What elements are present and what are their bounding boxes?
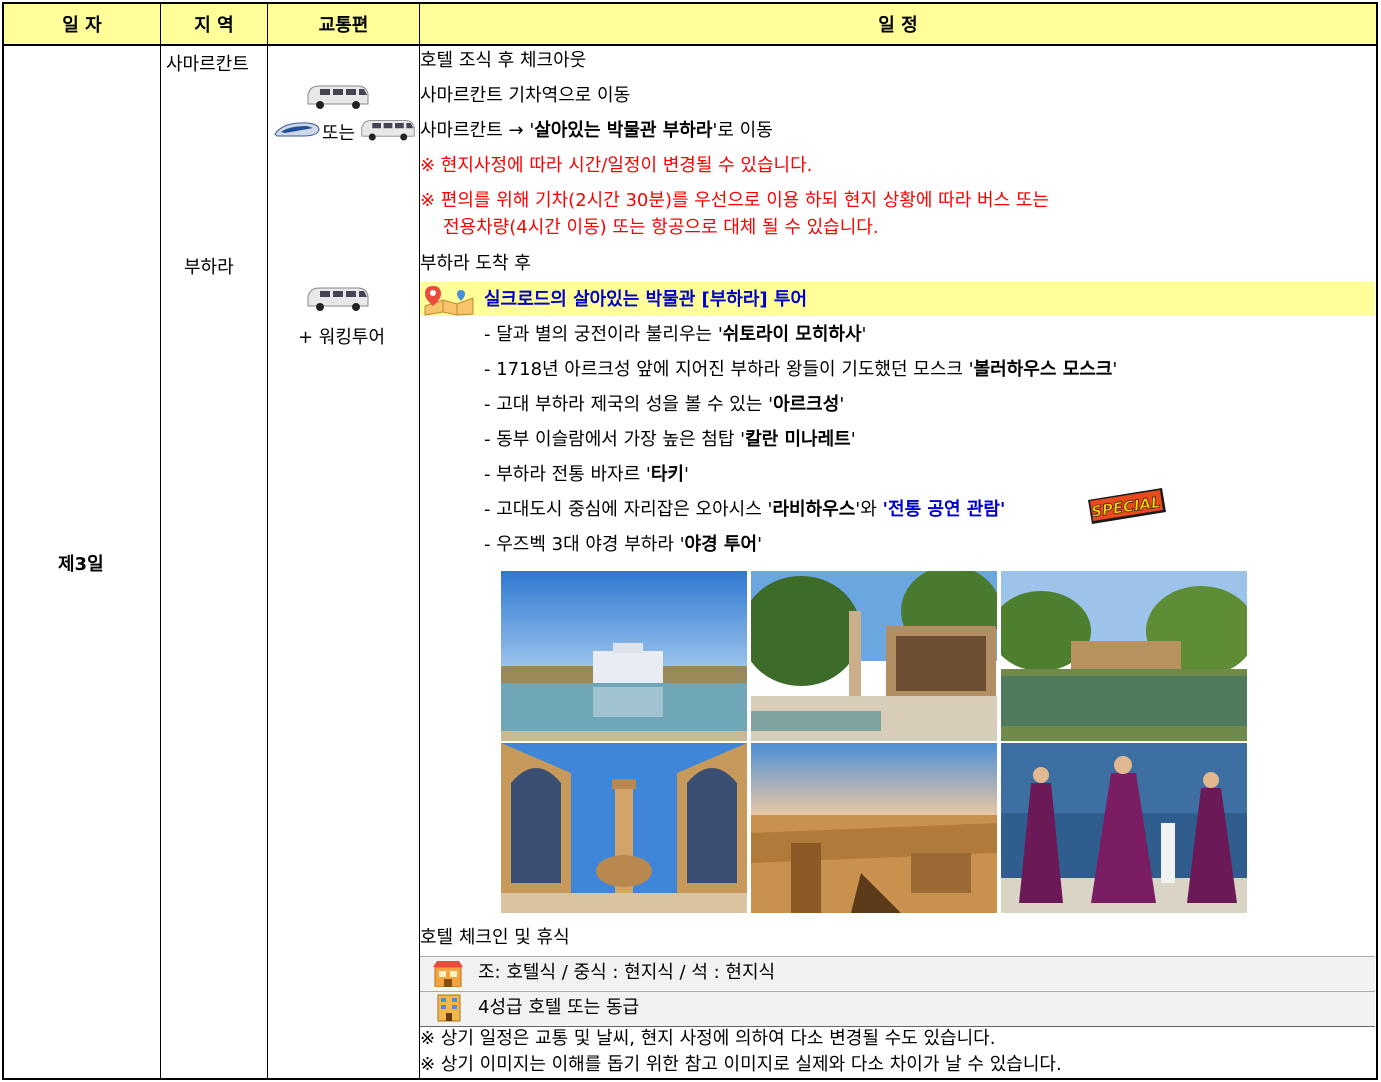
header-schedule: 일 정 <box>420 4 1376 46</box>
list-item: - 우즈벡 3대 야경 부하라 '야경 투어' <box>484 534 763 555</box>
photo-traditional-performance <box>1001 743 1247 913</box>
transport-walking-tour: + 워킹투어 <box>298 327 386 348</box>
van-icon <box>307 287 369 311</box>
schedule-line: 사마르칸트 → '살아있는 박물관 부하라'로 이동 <box>420 120 773 141</box>
schedule-line: 사마르칸트 기차역으로 이동 <box>420 85 631 106</box>
transport-or: 또는 <box>322 123 356 144</box>
region-bukhara: 부하라 <box>184 257 234 278</box>
header-region: 지 역 <box>161 4 267 46</box>
hotel-icon <box>437 994 461 1022</box>
photo-sitorai-mohi-hosa <box>501 571 747 741</box>
list-item: - 동부 이슬람에서 가장 높은 첨탑 '칼란 미나레트' <box>484 429 856 450</box>
tour-title: 실크로드의 살아있는 박물관 [부하라] 투어 <box>484 289 808 310</box>
footer-note: ※ 상기 이미지는 이해를 돕기 위한 참고 이미지로 실제와 다소 차이가 날… <box>420 1054 1062 1075</box>
notice-line: ※ 현지사정에 따라 시간/일정이 변경될 수 있습니다. <box>420 155 813 176</box>
divider <box>160 4 161 1078</box>
list-item: - 부하라 전통 바자르 '타키' <box>484 464 689 485</box>
meals-text: 조: 호텔식 / 중식 : 현지식 / 석 : 현지식 <box>478 962 776 983</box>
photo-lyabi-hauz <box>1001 571 1247 741</box>
restaurant-icon <box>433 961 463 987</box>
schedule-line: 호텔 체크인 및 휴식 <box>420 927 570 948</box>
footer-note: ※ 상기 일정은 교통 및 날씨, 현지 사정에 의하여 다소 변경될 수도 있… <box>420 1028 996 1049</box>
list-item: - 고대도시 중심에 자리잡은 오아시스 '라비하우스'와 '전통 공연 관람' <box>484 499 1006 520</box>
day-label: 제3일 <box>58 554 104 575</box>
divider <box>267 4 268 1078</box>
photo-bolo-hauz-mosque <box>751 571 997 741</box>
notice-line: ※ 편의를 위해 기차(2시간 30분)를 우선으로 이용 하되 현지 상황에 … <box>420 190 1049 211</box>
list-item: - 1718년 아르크성 앞에 지어진 부하라 왕들이 기도했던 모스크 '볼러… <box>484 359 1118 380</box>
van-icon <box>361 119 415 141</box>
notice-line: 전용차량(4시간 이동) 또는 항공으로 대체 될 수 있습니다. <box>443 217 879 238</box>
special-badge-icon: SPECIAL <box>1088 488 1166 524</box>
schedule-line: 호텔 조식 후 체크아웃 <box>420 50 587 71</box>
photo-kalan-minaret <box>501 743 747 913</box>
header-date: 일 자 <box>4 4 160 46</box>
header-transport: 교통편 <box>268 4 419 46</box>
train-icon <box>274 122 320 137</box>
van-icon <box>307 85 369 109</box>
list-item: - 고대 부하라 제국의 성을 볼 수 있는 '아르크성' <box>484 394 845 415</box>
photo-night-view <box>751 743 997 913</box>
region-samarkand: 사마르칸트 <box>166 54 249 75</box>
map-pin-icon <box>424 286 474 316</box>
schedule-line: 부하라 도착 후 <box>420 253 531 274</box>
list-item: - 달과 별의 궁전이라 불리우는 '쉬토라이 모히하사' <box>484 324 867 345</box>
hotel-text: 4성급 호텔 또는 동급 <box>478 997 640 1018</box>
